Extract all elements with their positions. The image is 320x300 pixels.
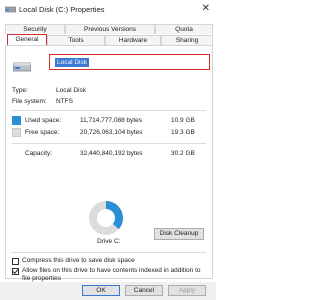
tab-tools[interactable]: Tools (47, 35, 105, 45)
divider (11, 143, 206, 144)
tab-quota[interactable]: Quota (155, 24, 213, 34)
tab-security[interactable]: Security (5, 24, 65, 34)
drive-name-field[interactable]: Local Disk (49, 54, 210, 70)
usage-donut-chart (89, 201, 123, 235)
compress-label: Compress this drive to save disk space (22, 257, 135, 264)
index-checkbox[interactable] (12, 268, 19, 275)
used-space-size: 10.9 GB (171, 117, 195, 124)
apply-button[interactable]: Apply (168, 285, 206, 296)
tab-hardware[interactable]: Hardware (105, 35, 161, 45)
drive-icon (5, 6, 16, 13)
free-space-swatch (12, 128, 21, 137)
checkmark-icon (12, 269, 19, 275)
title-bar: Local Disk (C:) Properties ✕ (0, 0, 216, 21)
tab-sharing[interactable]: Sharing (161, 35, 213, 45)
divider (11, 110, 206, 111)
ok-button[interactable]: OK (82, 285, 120, 296)
compress-checkbox[interactable] (12, 258, 19, 265)
window-title: Local Disk (C:) Properties (19, 5, 105, 14)
used-space-swatch (12, 116, 21, 125)
tab-previous-versions[interactable]: Previous Versions (65, 24, 155, 34)
free-space-bytes: 20,726,063,104 bytes (80, 129, 143, 136)
close-icon[interactable]: ✕ (202, 4, 210, 14)
free-space-label: Free space: (25, 129, 60, 136)
drive-letter-label: Drive C: (97, 238, 121, 245)
used-space-label: Used space: (25, 117, 62, 124)
disk-cleanup-button[interactable]: Disk Cleanup (154, 228, 204, 240)
file-system-label: File system: (12, 98, 47, 105)
cancel-button[interactable]: Cancel (125, 285, 163, 296)
type-value: Local Disk (56, 87, 86, 94)
divider (11, 252, 206, 253)
capacity-size: 30.2 GB (171, 150, 195, 157)
hard-drive-icon (13, 62, 31, 72)
file-system-value: NTFS (56, 98, 73, 105)
tab-row-bottom: General Tools Hardware Sharing (5, 34, 213, 46)
free-space-size: 19.3 GB (171, 129, 195, 136)
drive-name-value[interactable]: Local Disk (55, 58, 89, 67)
type-label: Type: (12, 87, 28, 94)
tab-row-top: Security Previous Versions Quota (5, 24, 213, 34)
capacity-bytes: 32,440,840,192 bytes (80, 150, 143, 157)
capacity-label: Capacity: (25, 150, 53, 157)
used-space-bytes: 11,714,777,088 bytes (80, 117, 143, 124)
index-label: Allow files on this drive to have conten… (22, 267, 201, 282)
